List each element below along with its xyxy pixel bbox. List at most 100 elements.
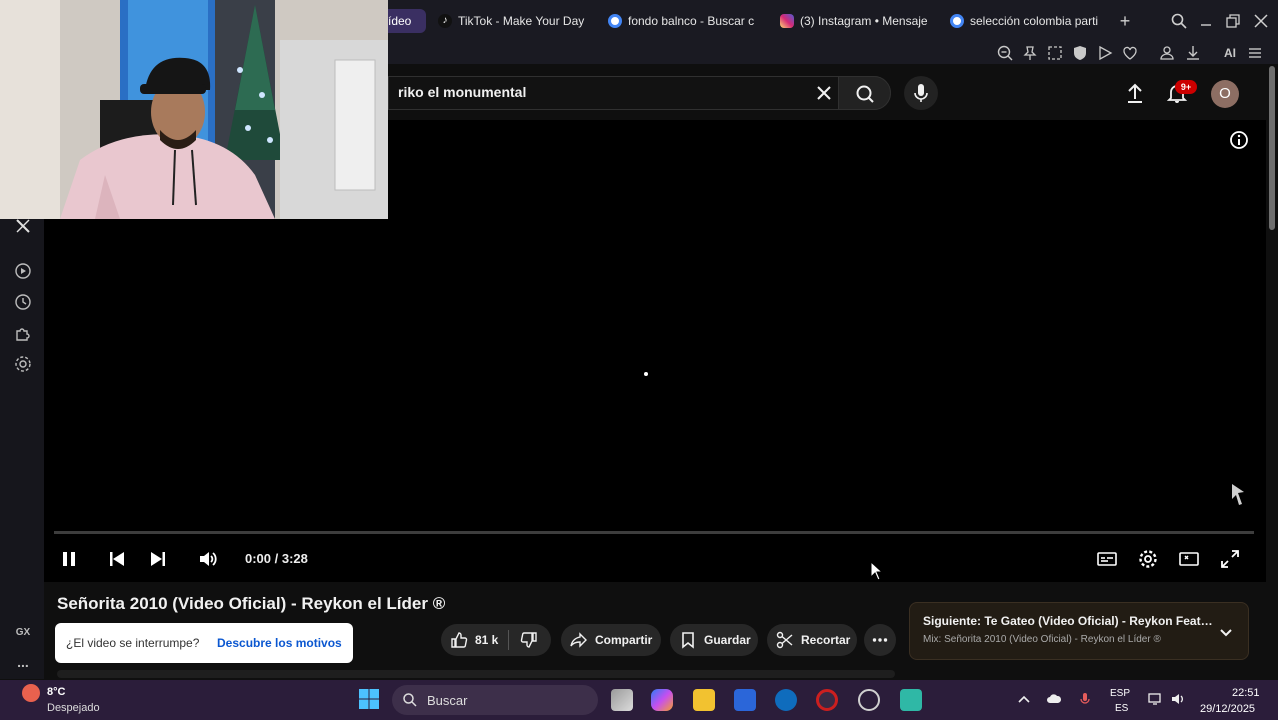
- extensions-icon[interactable]: [13, 323, 33, 343]
- clock-time[interactable]: 22:51: [1232, 687, 1260, 699]
- weather-icon[interactable]: [22, 684, 40, 702]
- onedrive-icon[interactable]: [1046, 691, 1062, 707]
- microphone-icon[interactable]: [1077, 691, 1093, 707]
- instagram-icon: [780, 14, 794, 28]
- scissors-icon: [776, 631, 793, 649]
- cursor-trail-icon: [1230, 482, 1246, 508]
- pause-button[interactable]: [58, 548, 80, 570]
- upload-icon[interactable]: [1124, 82, 1146, 104]
- up-next-subtitle: Mix: Señorita 2010 (Video Oficial) - Rey…: [923, 634, 1161, 645]
- tab-google-search[interactable]: fondo balnco - Buscar c: [608, 9, 760, 33]
- heart-icon[interactable]: [1121, 44, 1139, 62]
- copilot-icon[interactable]: [651, 689, 673, 711]
- microphone-icon: [914, 84, 928, 102]
- settings-gear-icon[interactable]: [13, 354, 33, 374]
- more-horizontal-icon: [872, 638, 888, 642]
- taskbar-search-box[interactable]: [392, 685, 598, 715]
- weather-description[interactable]: Despejado: [47, 702, 100, 714]
- settings-button[interactable]: [1137, 548, 1159, 570]
- snapshot-icon[interactable]: [1046, 44, 1064, 62]
- voice-search-button[interactable]: [904, 76, 938, 110]
- outlook-icon[interactable]: [775, 689, 797, 711]
- next-button[interactable]: [147, 548, 169, 570]
- search-button[interactable]: [838, 76, 891, 110]
- share-label: Compartir: [595, 633, 653, 647]
- download-icon[interactable]: [1184, 44, 1202, 62]
- volume-icon[interactable]: [1170, 691, 1186, 707]
- clip-button[interactable]: Recortar: [767, 624, 857, 656]
- send-icon[interactable]: [1096, 44, 1114, 62]
- network-icon[interactable]: [1147, 691, 1163, 707]
- browser-sidebar: [0, 219, 44, 679]
- tab-instagram[interactable]: (3) Instagram • Mensaje: [780, 9, 930, 33]
- fullscreen-button[interactable]: [1219, 548, 1241, 570]
- share-button[interactable]: Compartir: [561, 624, 661, 656]
- taskbar-search-label: Buscar: [427, 693, 468, 708]
- volume-button[interactable]: [197, 548, 219, 570]
- tab-google-seleccion[interactable]: selección colombia parti: [950, 9, 1105, 33]
- tab-search-icon[interactable]: [1170, 12, 1188, 30]
- dislike-button[interactable]: [519, 630, 539, 650]
- avatar[interactable]: O: [1211, 80, 1239, 108]
- chevron-down-icon[interactable]: [1216, 622, 1236, 642]
- menu-icon[interactable]: [1246, 44, 1264, 62]
- minimize-icon[interactable]: [1197, 12, 1215, 30]
- scrollbar-thumb[interactable]: [1269, 66, 1275, 230]
- like-divider: [508, 630, 510, 650]
- history-icon[interactable]: [13, 292, 33, 312]
- tab-tiktok[interactable]: ♪ TikTok - Make Your Day: [438, 9, 588, 33]
- gear-icon: [1139, 550, 1157, 568]
- learn-why-link[interactable]: Descubre los motivos: [217, 636, 342, 650]
- interrupt-question: ¿El video se interrumpe?: [66, 636, 200, 650]
- gx-corner-label[interactable]: GX: [13, 623, 33, 643]
- clip-label: Recortar: [801, 633, 851, 647]
- video-title: Señorita 2010 (Video Oficial) - Reykon e…: [57, 594, 446, 613]
- sidebar-more-icon[interactable]: ...: [13, 652, 33, 672]
- more-actions-button[interactable]: [864, 624, 896, 656]
- thumbs-up-icon: [451, 632, 468, 648]
- account-icon[interactable]: [1158, 44, 1176, 62]
- keyboard-layout-indicator[interactable]: ES: [1115, 703, 1128, 714]
- save-label: Guardar: [704, 633, 751, 647]
- horizontal-scrollbar[interactable]: [57, 670, 895, 678]
- chrome-icon[interactable]: [858, 689, 880, 711]
- theater-mode-button[interactable]: [1178, 548, 1200, 570]
- language-indicator[interactable]: ESP: [1110, 688, 1130, 699]
- chevron-up-icon[interactable]: [1016, 691, 1032, 707]
- theater-icon: [1179, 552, 1199, 566]
- notepad-icon[interactable]: [900, 689, 922, 711]
- file-explorer-icon[interactable]: [693, 689, 715, 711]
- x-twitter-icon[interactable]: [13, 216, 33, 236]
- player-icon[interactable]: [13, 261, 33, 281]
- google-icon: [608, 14, 622, 28]
- save-button[interactable]: Guardar: [670, 624, 758, 656]
- progress-bar[interactable]: [54, 531, 1254, 534]
- up-next-card[interactable]: [909, 602, 1249, 660]
- share-icon: [570, 632, 587, 648]
- like-button[interactable]: [449, 630, 469, 650]
- new-tab-button[interactable]: +: [1116, 12, 1134, 30]
- restore-icon[interactable]: [1224, 12, 1242, 30]
- subtitles-icon: [1097, 552, 1117, 566]
- clock-date[interactable]: 29/12/2025: [1200, 703, 1255, 715]
- opera-gx-icon[interactable]: [816, 689, 838, 711]
- search-icon: [856, 85, 874, 103]
- pause-icon: [63, 552, 75, 566]
- ai-label: AI: [1224, 46, 1236, 60]
- windows-start-icon[interactable]: [358, 688, 380, 710]
- pin-icon[interactable]: [1021, 44, 1039, 62]
- google-icon: [950, 14, 964, 28]
- zoom-out-icon[interactable]: [996, 44, 1014, 62]
- clear-search-icon[interactable]: [814, 83, 834, 103]
- previous-button[interactable]: [106, 548, 128, 570]
- weather-temperature[interactable]: 8°C: [47, 686, 65, 698]
- close-window-icon[interactable]: [1252, 12, 1270, 30]
- search-input-value: riko el monumental: [398, 84, 527, 100]
- shield-icon[interactable]: [1071, 44, 1089, 62]
- like-count: 81 k: [475, 633, 499, 647]
- info-icon[interactable]: [1229, 130, 1249, 150]
- microsoft-store-icon[interactable]: [734, 689, 756, 711]
- subtitles-button[interactable]: [1096, 548, 1118, 570]
- task-view-icon[interactable]: [611, 689, 633, 711]
- aria-ai-button[interactable]: AI: [1210, 44, 1240, 62]
